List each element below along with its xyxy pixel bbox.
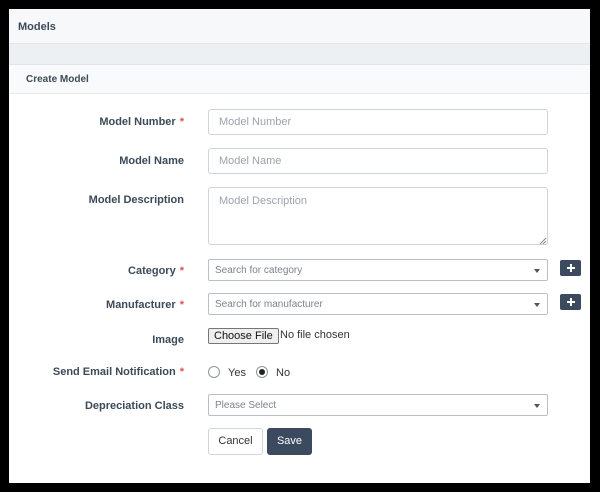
file-status-text: No file chosen [280,329,350,341]
app-frame: Models Create Model Model Number * Model … [9,9,590,483]
card-title: Create Model [26,74,89,85]
resize-grip-icon[interactable] [539,237,547,245]
category-select[interactable]: Search for category [208,259,548,281]
caret-down-icon [534,303,540,307]
page-title: Models [18,21,56,33]
radio-no-label[interactable]: No [276,367,290,379]
required-marker: * [179,265,184,277]
model-description-label: Model Description [88,194,184,206]
choose-file-button[interactable]: Choose File [208,328,279,344]
image-label: Image [152,334,184,346]
depreciation-select[interactable]: Please Select [208,394,548,416]
required-marker: * [179,116,184,128]
required-marker: * [179,366,184,378]
page-header: Models [9,9,590,44]
required-marker: * [179,299,184,311]
card-header: Create Model [9,65,590,94]
model-number-input[interactable] [208,109,548,135]
radio-yes[interactable] [208,366,220,378]
manufacturer-label: Manufacturer * [106,299,184,311]
send-email-label: Send Email Notification * [52,366,184,378]
radio-yes-label[interactable]: Yes [228,367,246,379]
radio-no[interactable] [256,366,268,378]
add-category-button[interactable] [560,260,581,276]
model-number-label: Model Number * [99,116,184,128]
category-placeholder: Search for category [215,265,303,276]
caret-down-icon [534,269,540,273]
depreciation-placeholder: Please Select [215,400,277,411]
header-band [9,44,590,65]
manufacturer-placeholder: Search for manufacturer [215,299,323,310]
save-button[interactable]: Save [267,428,312,455]
manufacturer-select[interactable]: Search for manufacturer [208,293,548,315]
category-label: Category * [128,265,184,277]
caret-down-icon [534,404,540,408]
cancel-button[interactable]: Cancel [208,428,263,455]
model-description-textarea[interactable] [208,187,548,245]
model-name-label: Model Name [119,155,184,167]
depreciation-label: Depreciation Class [84,400,184,412]
add-manufacturer-button[interactable] [560,294,581,310]
model-name-input[interactable] [208,148,548,174]
